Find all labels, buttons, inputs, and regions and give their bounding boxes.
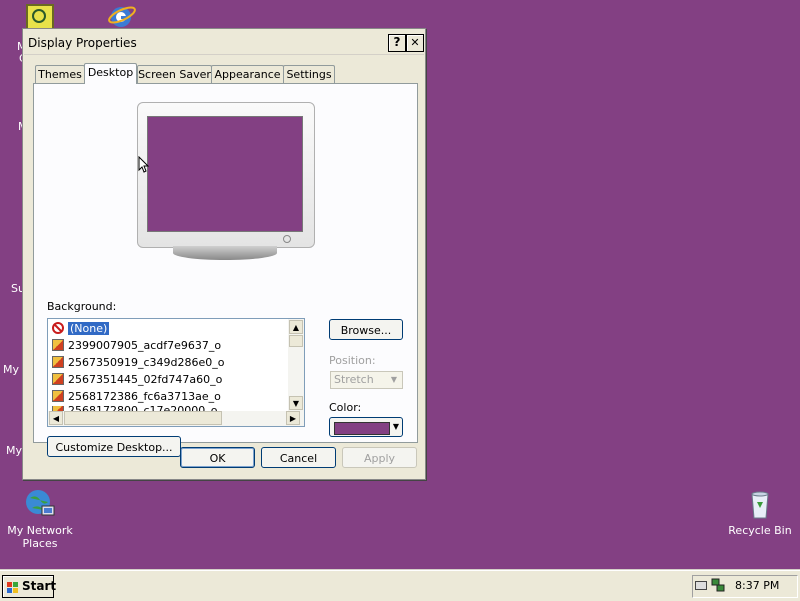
scroll-thumb[interactable] (289, 335, 303, 347)
network-connection-icon[interactable] (711, 578, 725, 593)
apply-button[interactable]: Apply (342, 447, 417, 468)
position-label: Position: (329, 354, 376, 367)
keyboard-icon[interactable] (695, 581, 707, 590)
scroll-down-icon[interactable]: ▼ (289, 396, 303, 410)
color-picker-button[interactable]: ▼ (329, 417, 403, 437)
list-item[interactable]: 2399007905_acdf7e9637_o (52, 338, 221, 354)
title-bar[interactable]: Display Properties ? ✕ (24, 30, 424, 55)
desktop-tab-panel: Background: (None) 2399007905_acdf7e9637… (33, 83, 418, 457)
system-tray: 8:37 PM (692, 575, 798, 598)
scroll-right-icon[interactable]: ▶ (286, 411, 300, 425)
position-select-value: Stretch (334, 373, 374, 386)
taskbar: Start 8:37 PM (0, 570, 800, 601)
ok-button[interactable]: OK (180, 447, 255, 468)
tab-screen-saver[interactable]: Screen Saver (137, 65, 212, 83)
list-item[interactable]: 2567350919_c349d286e0_o (52, 355, 225, 371)
color-label: Color: (329, 401, 362, 414)
cancel-button[interactable]: Cancel (261, 447, 336, 468)
recycle-bin-icon (744, 488, 776, 520)
start-button[interactable]: Start (2, 575, 57, 598)
scroll-thumb-horizontal[interactable] (64, 411, 222, 425)
list-item-label: 2399007905_acdf7e9637_o (68, 339, 222, 352)
list-item-label: 2568172386_fc6a3713ae_o (68, 390, 221, 403)
monitor-power-light (283, 235, 291, 243)
tab-appearance[interactable]: Appearance (211, 65, 284, 83)
image-file-icon (52, 356, 64, 368)
list-item-label: (None) (68, 322, 110, 335)
internet-explorer-icon[interactable] (106, 2, 136, 30)
tab-desktop[interactable]: Desktop (84, 63, 137, 84)
monitor-preview (137, 102, 315, 260)
chevron-down-icon: ▼ (392, 422, 399, 431)
close-button[interactable]: ✕ (406, 34, 424, 52)
clock-icon (32, 9, 46, 23)
desktop-icon-network-places[interactable]: My Network Places (0, 488, 85, 550)
customize-desktop-button[interactable]: Customize Desktop... (47, 436, 181, 457)
monitor-screen (147, 116, 303, 232)
horizontal-scrollbar[interactable]: ◀ ▶ (48, 411, 304, 426)
background-label: Background: (47, 300, 117, 313)
desktop-label-partial: My (6, 444, 23, 457)
recycle-bin-label: Recycle Bin (728, 524, 792, 537)
background-listbox[interactable]: (None) 2399007905_acdf7e9637_o 256735091… (47, 318, 305, 427)
start-label: Start (22, 579, 57, 593)
network-places-label: My Network Places (7, 524, 73, 550)
chevron-down-icon[interactable]: ▼ (387, 373, 401, 387)
image-file-icon (52, 373, 64, 385)
clock[interactable]: 8:37 PM (735, 579, 779, 592)
tab-settings[interactable]: Settings (283, 65, 335, 83)
scroll-left-icon[interactable]: ◀ (49, 411, 63, 425)
scroll-up-icon[interactable]: ▲ (289, 320, 303, 334)
color-swatch (334, 422, 390, 435)
image-file-icon (52, 390, 64, 402)
window-title: Display Properties (28, 36, 137, 50)
monitor-stand (173, 246, 277, 260)
no-entry-icon (52, 322, 64, 334)
mouse-cursor-icon (138, 155, 150, 177)
list-item[interactable]: 2568172386_fc6a3713ae_o (52, 389, 221, 405)
list-item[interactable]: 2567351445_02fd747a60_o (52, 372, 222, 388)
browse-button[interactable]: Browse... (329, 319, 403, 340)
position-select[interactable]: Stretch ▼ (330, 371, 403, 389)
network-places-icon (24, 488, 56, 520)
tab-themes[interactable]: Themes (35, 65, 85, 83)
vertical-scrollbar[interactable]: ▲ ▼ (288, 319, 304, 411)
windows-logo-icon (7, 580, 19, 593)
list-item-none[interactable]: (None) (52, 321, 110, 337)
help-button[interactable]: ? (388, 34, 406, 52)
list-item-label: 2567351445_02fd747a60_o (68, 373, 223, 386)
display-properties-window: Display Properties ? ✕ Themes Desktop Sc… (22, 28, 426, 480)
list-item-label: 2567350919_c349d286e0_o (68, 356, 225, 369)
image-file-icon (52, 339, 64, 351)
desktop-icon-recycle-bin[interactable]: Recycle Bin (715, 488, 800, 537)
